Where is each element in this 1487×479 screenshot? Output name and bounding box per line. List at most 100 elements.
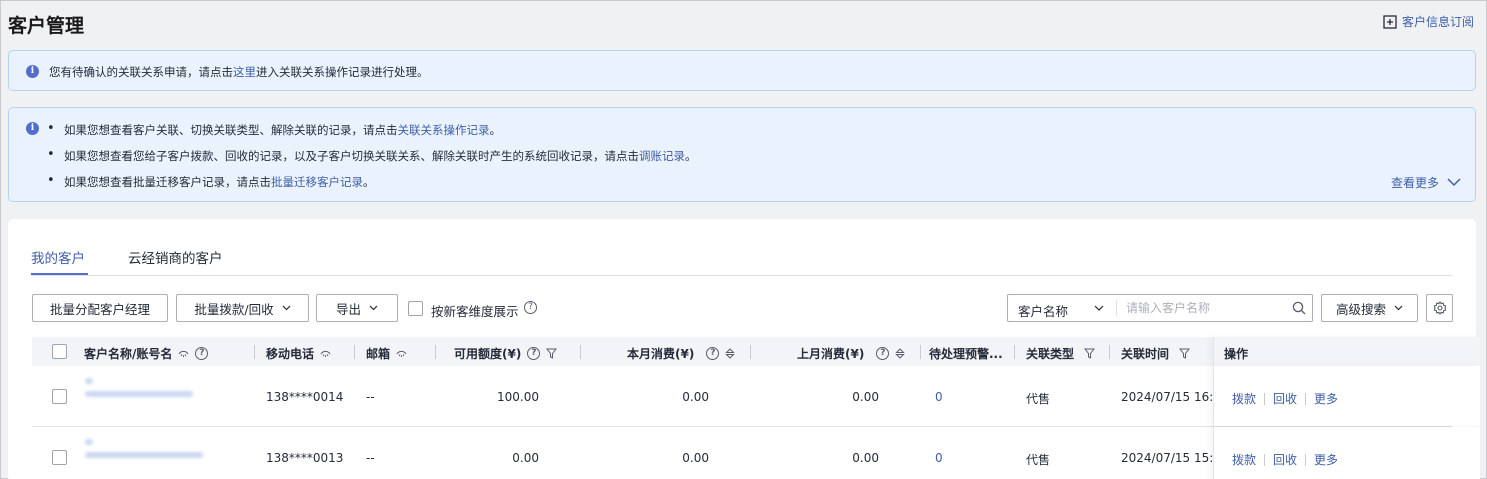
column-separator xyxy=(435,345,436,359)
column-pending-label: 待处理预警... xyxy=(929,347,1003,361)
column-this-month-label: 本月消费(¥) xyxy=(627,347,695,361)
eye-off-icon[interactable] xyxy=(396,350,407,358)
fund-button[interactable]: 拨款 xyxy=(1232,390,1256,407)
batch-fund-dropdown[interactable]: 批量拨款/回收 xyxy=(176,294,309,322)
new-customer-dimension-label: 按新客维度展示 xyxy=(431,304,519,319)
sort-icon[interactable] xyxy=(725,348,736,359)
notice-line-end: 。 xyxy=(363,175,375,189)
notice-text-after: 进入关联关系操作记录进行处理。 xyxy=(256,65,429,79)
table-settings-button[interactable] xyxy=(1426,294,1453,322)
pending-alert-link[interactable]: 0 xyxy=(935,451,943,465)
eye-off-icon[interactable] xyxy=(320,350,331,358)
row-checkbox[interactable] xyxy=(52,389,67,404)
more-button[interactable]: 更多 xyxy=(1314,451,1338,468)
chevron-down-icon xyxy=(369,305,378,311)
notice-text: 您有待确认的关联关系申请，请点击这里进入关联关系操作记录进行处理。 xyxy=(49,64,429,80)
column-credit: 可用额度(¥) ? xyxy=(454,345,558,362)
column-type: 关联类型 xyxy=(1026,345,1096,362)
batch-migrate-records-link[interactable]: 批量迁移客户记录 xyxy=(271,175,363,189)
search-icon[interactable] xyxy=(1292,301,1306,315)
credit-cell: 0.00 xyxy=(512,451,539,465)
select-all-checkbox[interactable] xyxy=(52,344,67,359)
email-cell: -- xyxy=(366,390,375,404)
customer-name-blurred[interactable] xyxy=(85,439,203,465)
search-divider xyxy=(1116,300,1117,316)
column-separator xyxy=(580,345,581,359)
filter-icon[interactable] xyxy=(1179,348,1191,359)
advanced-search-label: 高级搜索 xyxy=(1335,301,1386,317)
column-ops: 操作 xyxy=(1224,345,1248,362)
more-button[interactable]: 更多 xyxy=(1314,390,1338,407)
customer-tabs: 我的客户 云经销商的客户 xyxy=(31,241,1452,276)
ops-column-header: 操作 xyxy=(1213,337,1480,366)
relation-type-cell: 代售 xyxy=(1026,453,1051,467)
mobile-cell: 138****0013 xyxy=(266,451,344,465)
eye-off-icon[interactable] xyxy=(178,350,189,358)
notice-line: 如果您想查看您给子客户拨款、回收的记录，以及子客户切换关联关系、解除关联时产生的… xyxy=(47,147,697,164)
search-type-select[interactable]: 客户名称 xyxy=(1018,301,1068,320)
table-row: 138****0014 -- 100.00 0.00 0.00 0 代售 202… xyxy=(32,366,1480,427)
column-mobile: 移动电话 xyxy=(266,345,331,362)
filter-icon[interactable] xyxy=(1084,348,1096,359)
reclaim-button[interactable]: 回收 xyxy=(1273,451,1297,468)
column-email: 邮箱 xyxy=(366,345,407,362)
adjustment-records-link[interactable]: 调账记录 xyxy=(639,149,685,163)
search-input[interactable] xyxy=(1126,299,1286,317)
column-name: 客户名称/账号名 ? xyxy=(84,345,209,362)
page-title: 客户管理 xyxy=(8,15,85,37)
new-customer-dimension-checkbox[interactable] xyxy=(408,301,423,316)
filter-icon[interactable] xyxy=(546,348,558,359)
table-row: 138****0013 -- 0.00 0.00 0.00 0 代售 2024/… xyxy=(32,427,1480,479)
column-separator xyxy=(1014,345,1015,359)
here-link[interactable]: 这里 xyxy=(233,65,256,79)
subscribe-label: 客户信息订阅 xyxy=(1401,15,1474,29)
relation-type-cell: 代售 xyxy=(1026,392,1051,406)
column-separator xyxy=(254,345,255,359)
info-icon: i xyxy=(26,122,39,135)
tab-reseller-customers[interactable]: 云经销商的客户 xyxy=(128,247,223,267)
notice-line: 如果您想查看客户关联、切换关联类型、解除关联的记录，请点击关联关系操作记录。 xyxy=(47,121,501,138)
customer-card: 我的客户 云经销商的客户 批量分配客户经理 批量拨款/回收 导出 按新客维度展示… xyxy=(8,219,1480,479)
notice-line-text: 如果您想查看客户关联、切换关联类型、解除关联的记录，请点击 xyxy=(64,123,398,137)
column-separator xyxy=(354,345,355,359)
customer-info-subscribe-button[interactable]: 客户信息订阅 xyxy=(1383,13,1474,30)
help-icon[interactable]: ? xyxy=(706,347,720,360)
column-credit-label: 可用额度(¥) xyxy=(454,347,522,361)
table-header: 客户名称/账号名 ? 移动电话 邮箱 可用额度(¥) ? 本月消费(¥) ? 上… xyxy=(32,337,1480,366)
column-last-month-label: 上月消费(¥) xyxy=(797,347,865,361)
chevron-down-icon xyxy=(1394,305,1403,311)
batch-fund-label: 批量拨款/回收 xyxy=(194,301,274,317)
help-icon[interactable]: ? xyxy=(527,347,541,360)
chevron-down-icon xyxy=(1447,178,1461,187)
column-separator xyxy=(920,345,921,359)
email-cell: -- xyxy=(366,451,375,465)
notice-line-text: 如果您想查看批量迁移客户记录，请点击 xyxy=(64,175,271,189)
column-mobile-label: 移动电话 xyxy=(266,347,315,361)
export-dropdown[interactable]: 导出 xyxy=(316,294,398,322)
help-icon[interactable]: ? xyxy=(876,347,890,360)
records-notice: i 如果您想查看客户关联、切换关联类型、解除关联的记录，请点击关联关系操作记录。… xyxy=(8,107,1476,202)
ops-cell: 拨款 回收 更多 xyxy=(1213,366,1480,426)
advanced-search-dropdown[interactable]: 高级搜索 xyxy=(1321,294,1418,322)
relation-records-link[interactable]: 关联关系操作记录 xyxy=(398,123,490,137)
column-email-label: 邮箱 xyxy=(366,347,391,361)
ops-separator xyxy=(1264,392,1266,405)
row-checkbox[interactable] xyxy=(52,450,67,465)
ops-cell: 拨款 回收 更多 xyxy=(1213,427,1480,479)
ops-separator xyxy=(1305,392,1307,405)
help-icon[interactable]: ? xyxy=(195,347,209,360)
notice-line-end: 。 xyxy=(685,149,697,163)
reclaim-button[interactable]: 回收 xyxy=(1273,390,1297,407)
info-icon: i xyxy=(26,65,39,78)
mobile-cell: 138****0014 xyxy=(266,390,344,404)
column-time-label: 关联时间 xyxy=(1121,347,1170,361)
sort-icon[interactable] xyxy=(895,348,906,359)
fund-button[interactable]: 拨款 xyxy=(1232,451,1256,468)
view-more-button[interactable]: 查看更多 xyxy=(1391,174,1461,191)
batch-assign-manager-button[interactable]: 批量分配客户经理 xyxy=(32,294,168,322)
tab-my-customers[interactable]: 我的客户 xyxy=(31,247,85,267)
column-separator xyxy=(1109,345,1110,359)
pending-alert-link[interactable]: 0 xyxy=(935,390,943,404)
customer-name-blurred[interactable] xyxy=(85,378,193,404)
help-icon[interactable]: ? xyxy=(524,301,537,314)
